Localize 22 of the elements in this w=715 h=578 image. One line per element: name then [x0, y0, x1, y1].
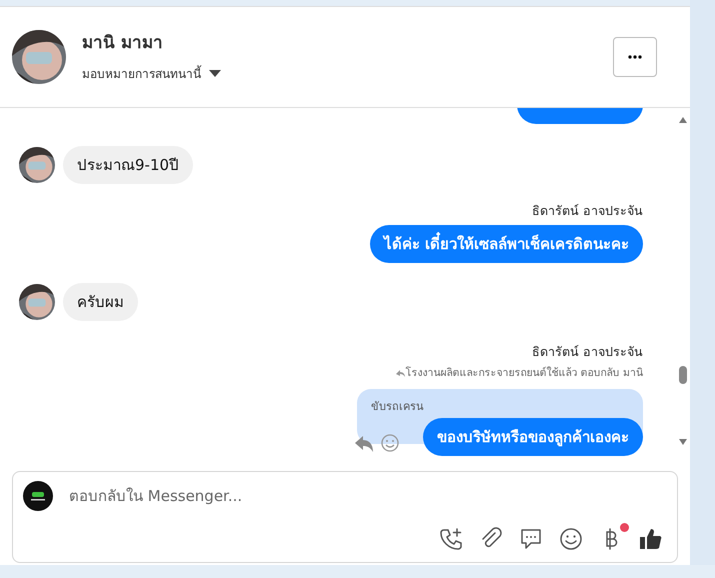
reply-icon[interactable] [355, 436, 373, 452]
reply-icon [396, 370, 406, 377]
reply-note: โรงงานผลิตและกระจายรถยนต์ใช้แล้ว ตอบกลับ มานิ [405, 366, 643, 380]
thumbs-up-icon[interactable] [639, 527, 663, 551]
message-bubble: ได้ค่ะ เดี๋ยวให้เซลล์พาเช็คเครดิตนะคะ [370, 224, 643, 263]
message-bubble: ครับผม [63, 282, 138, 321]
message-bubble: ของบริษัทหรือของลูกค้าเองคะ [423, 418, 643, 456]
sender-name: ธิดารัตน์ อาจประจัน [531, 342, 643, 361]
more-icon [628, 55, 642, 59]
avatar [19, 147, 55, 183]
emoji-icon[interactable] [559, 527, 583, 551]
page-avatar [23, 481, 53, 511]
message-input[interactable]: ตอบกลับใน Messenger... [69, 484, 667, 508]
chat-icon[interactable] [519, 527, 543, 551]
sender-name: ธิดารัตน์ อาจประจัน [531, 202, 643, 220]
avatar [19, 284, 55, 320]
assign-dropdown[interactable]: มอบหมายการสนทนานี้ [82, 64, 201, 83]
call-add-icon[interactable] [439, 527, 463, 551]
avatar [12, 30, 66, 84]
caret-icon[interactable] [209, 70, 221, 78]
message-bubble: ประมาณ9-10ปี [63, 146, 194, 184]
contact-name: มานิ มามา [82, 32, 164, 56]
